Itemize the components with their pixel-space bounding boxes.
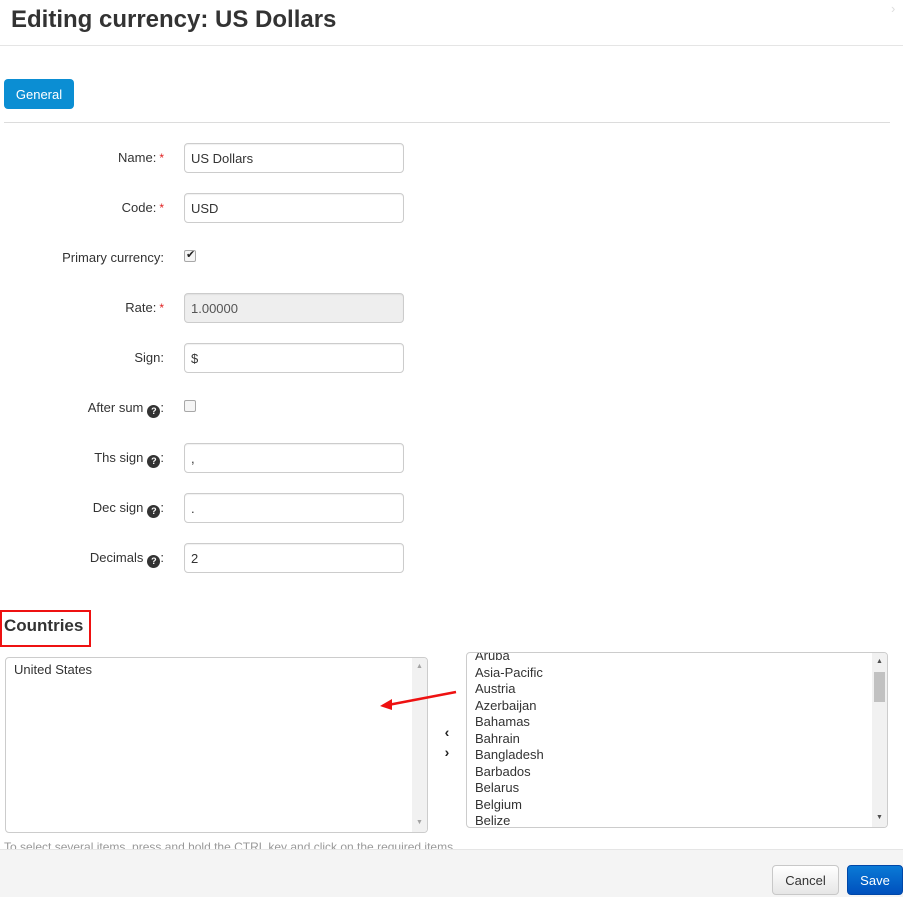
list-item[interactable]: Belarus <box>467 780 872 797</box>
name-label: Name: * <box>118 143 164 173</box>
form-row-sign: Sign: <box>0 343 420 373</box>
form-row-dec-sign: Dec sign?: <box>0 493 420 523</box>
form-row-after-sum: After sum?: <box>0 393 420 423</box>
code-input[interactable] <box>184 193 404 223</box>
rate-label-text: Rate: <box>125 300 157 315</box>
form-row-decimals: Decimals?: <box>0 543 420 573</box>
annotation-highlight-box <box>0 610 91 647</box>
list-item[interactable]: Bahamas <box>467 714 872 731</box>
help-icon[interactable]: ? <box>147 505 161 518</box>
decimals-label: Decimals?: <box>90 543 164 573</box>
scroll-thumb[interactable] <box>874 672 885 702</box>
available-countries-items: Aruba Asia-Pacific Austria Azerbaijan Bahama… <box>467 653 872 827</box>
list-item[interactable]: Bahrain <box>467 731 872 748</box>
name-label-text: Name: <box>118 150 157 165</box>
code-label: Code: * <box>122 193 164 223</box>
ths-sign-label: Ths sign?: <box>94 443 164 473</box>
list-item[interactable]: United States <box>6 662 412 679</box>
after-sum-label-text: After sum <box>87 400 144 415</box>
dialog-footer: Cancel Save <box>0 849 903 897</box>
help-icon[interactable]: ? <box>147 455 161 468</box>
form-row-name: Name: * <box>0 143 420 173</box>
close-icon[interactable]: › <box>891 2 903 16</box>
chevron-left-icon[interactable]: ‹ <box>440 724 454 740</box>
after-sum-checkbox[interactable] <box>184 400 196 412</box>
colon: : <box>160 400 164 415</box>
required-asterisk: * <box>159 201 164 215</box>
scroll-down-icon[interactable]: ▼ <box>412 816 427 830</box>
scrollbar[interactable]: ▲ ▼ <box>872 653 887 827</box>
scroll-up-icon[interactable]: ▲ <box>412 660 427 674</box>
list-item[interactable]: Aruba <box>467 653 872 665</box>
primary-currency-checkbox[interactable] <box>184 248 196 262</box>
selected-countries-list[interactable]: United States ▲ ▼ <box>5 657 428 833</box>
save-button[interactable]: Save <box>847 865 903 895</box>
form-row-rate: Rate: * <box>0 293 420 323</box>
form-row-ths-sign: Ths sign?: <box>0 443 420 473</box>
dec-sign-label: Dec sign?: <box>93 493 164 523</box>
list-item[interactable]: Austria <box>467 681 872 698</box>
dialog-header: Editing currency: US Dollars › <box>0 0 903 46</box>
help-icon[interactable]: ? <box>147 555 161 568</box>
decimals-label-text: Decimals <box>89 550 144 565</box>
list-item[interactable]: Azerbaijan <box>467 698 872 715</box>
available-countries-list[interactable]: Aruba Asia-Pacific Austria Azerbaijan Bahama… <box>466 652 888 828</box>
tab-divider <box>4 122 890 123</box>
after-sum-label: After sum?: <box>88 393 164 423</box>
dec-sign-label-text: Dec sign <box>92 500 144 515</box>
list-item[interactable]: Bangladesh <box>467 747 872 764</box>
ths-sign-input[interactable] <box>184 443 404 473</box>
selected-countries-items: United States <box>6 662 412 832</box>
code-label-text: Code: <box>121 200 157 215</box>
colon: : <box>160 450 164 465</box>
ths-sign-label-text: Ths sign <box>94 450 144 465</box>
decimals-input[interactable] <box>184 543 404 573</box>
colon: : <box>160 550 164 565</box>
scroll-up-icon[interactable]: ▲ <box>872 655 887 669</box>
list-item[interactable]: Barbados <box>467 764 872 781</box>
tab-general[interactable]: General <box>4 79 74 109</box>
help-icon[interactable]: ? <box>147 405 161 418</box>
rate-input <box>184 293 404 323</box>
colon: : <box>160 500 164 515</box>
scroll-down-icon[interactable]: ▼ <box>872 811 887 825</box>
name-input[interactable] <box>184 143 404 173</box>
primary-currency-label: Primary currency: <box>62 250 164 265</box>
dec-sign-input[interactable] <box>184 493 404 523</box>
required-asterisk: * <box>159 151 164 165</box>
list-item[interactable]: Asia-Pacific <box>467 665 872 682</box>
list-item[interactable]: Belize <box>467 813 872 827</box>
form-row-primary-currency: Primary currency: <box>0 243 420 273</box>
sign-label: Sign: <box>134 350 164 365</box>
form-row-code: Code: * <box>0 193 420 223</box>
cancel-button[interactable]: Cancel <box>772 865 839 895</box>
page-title: Editing currency: US Dollars <box>11 6 337 33</box>
rate-label: Rate: * <box>125 293 164 323</box>
sign-input[interactable] <box>184 343 404 373</box>
chevron-right-icon[interactable]: › <box>440 744 454 760</box>
required-asterisk: * <box>159 301 164 315</box>
list-item[interactable]: Belgium <box>467 797 872 814</box>
scrollbar[interactable]: ▲ ▼ <box>412 658 427 832</box>
